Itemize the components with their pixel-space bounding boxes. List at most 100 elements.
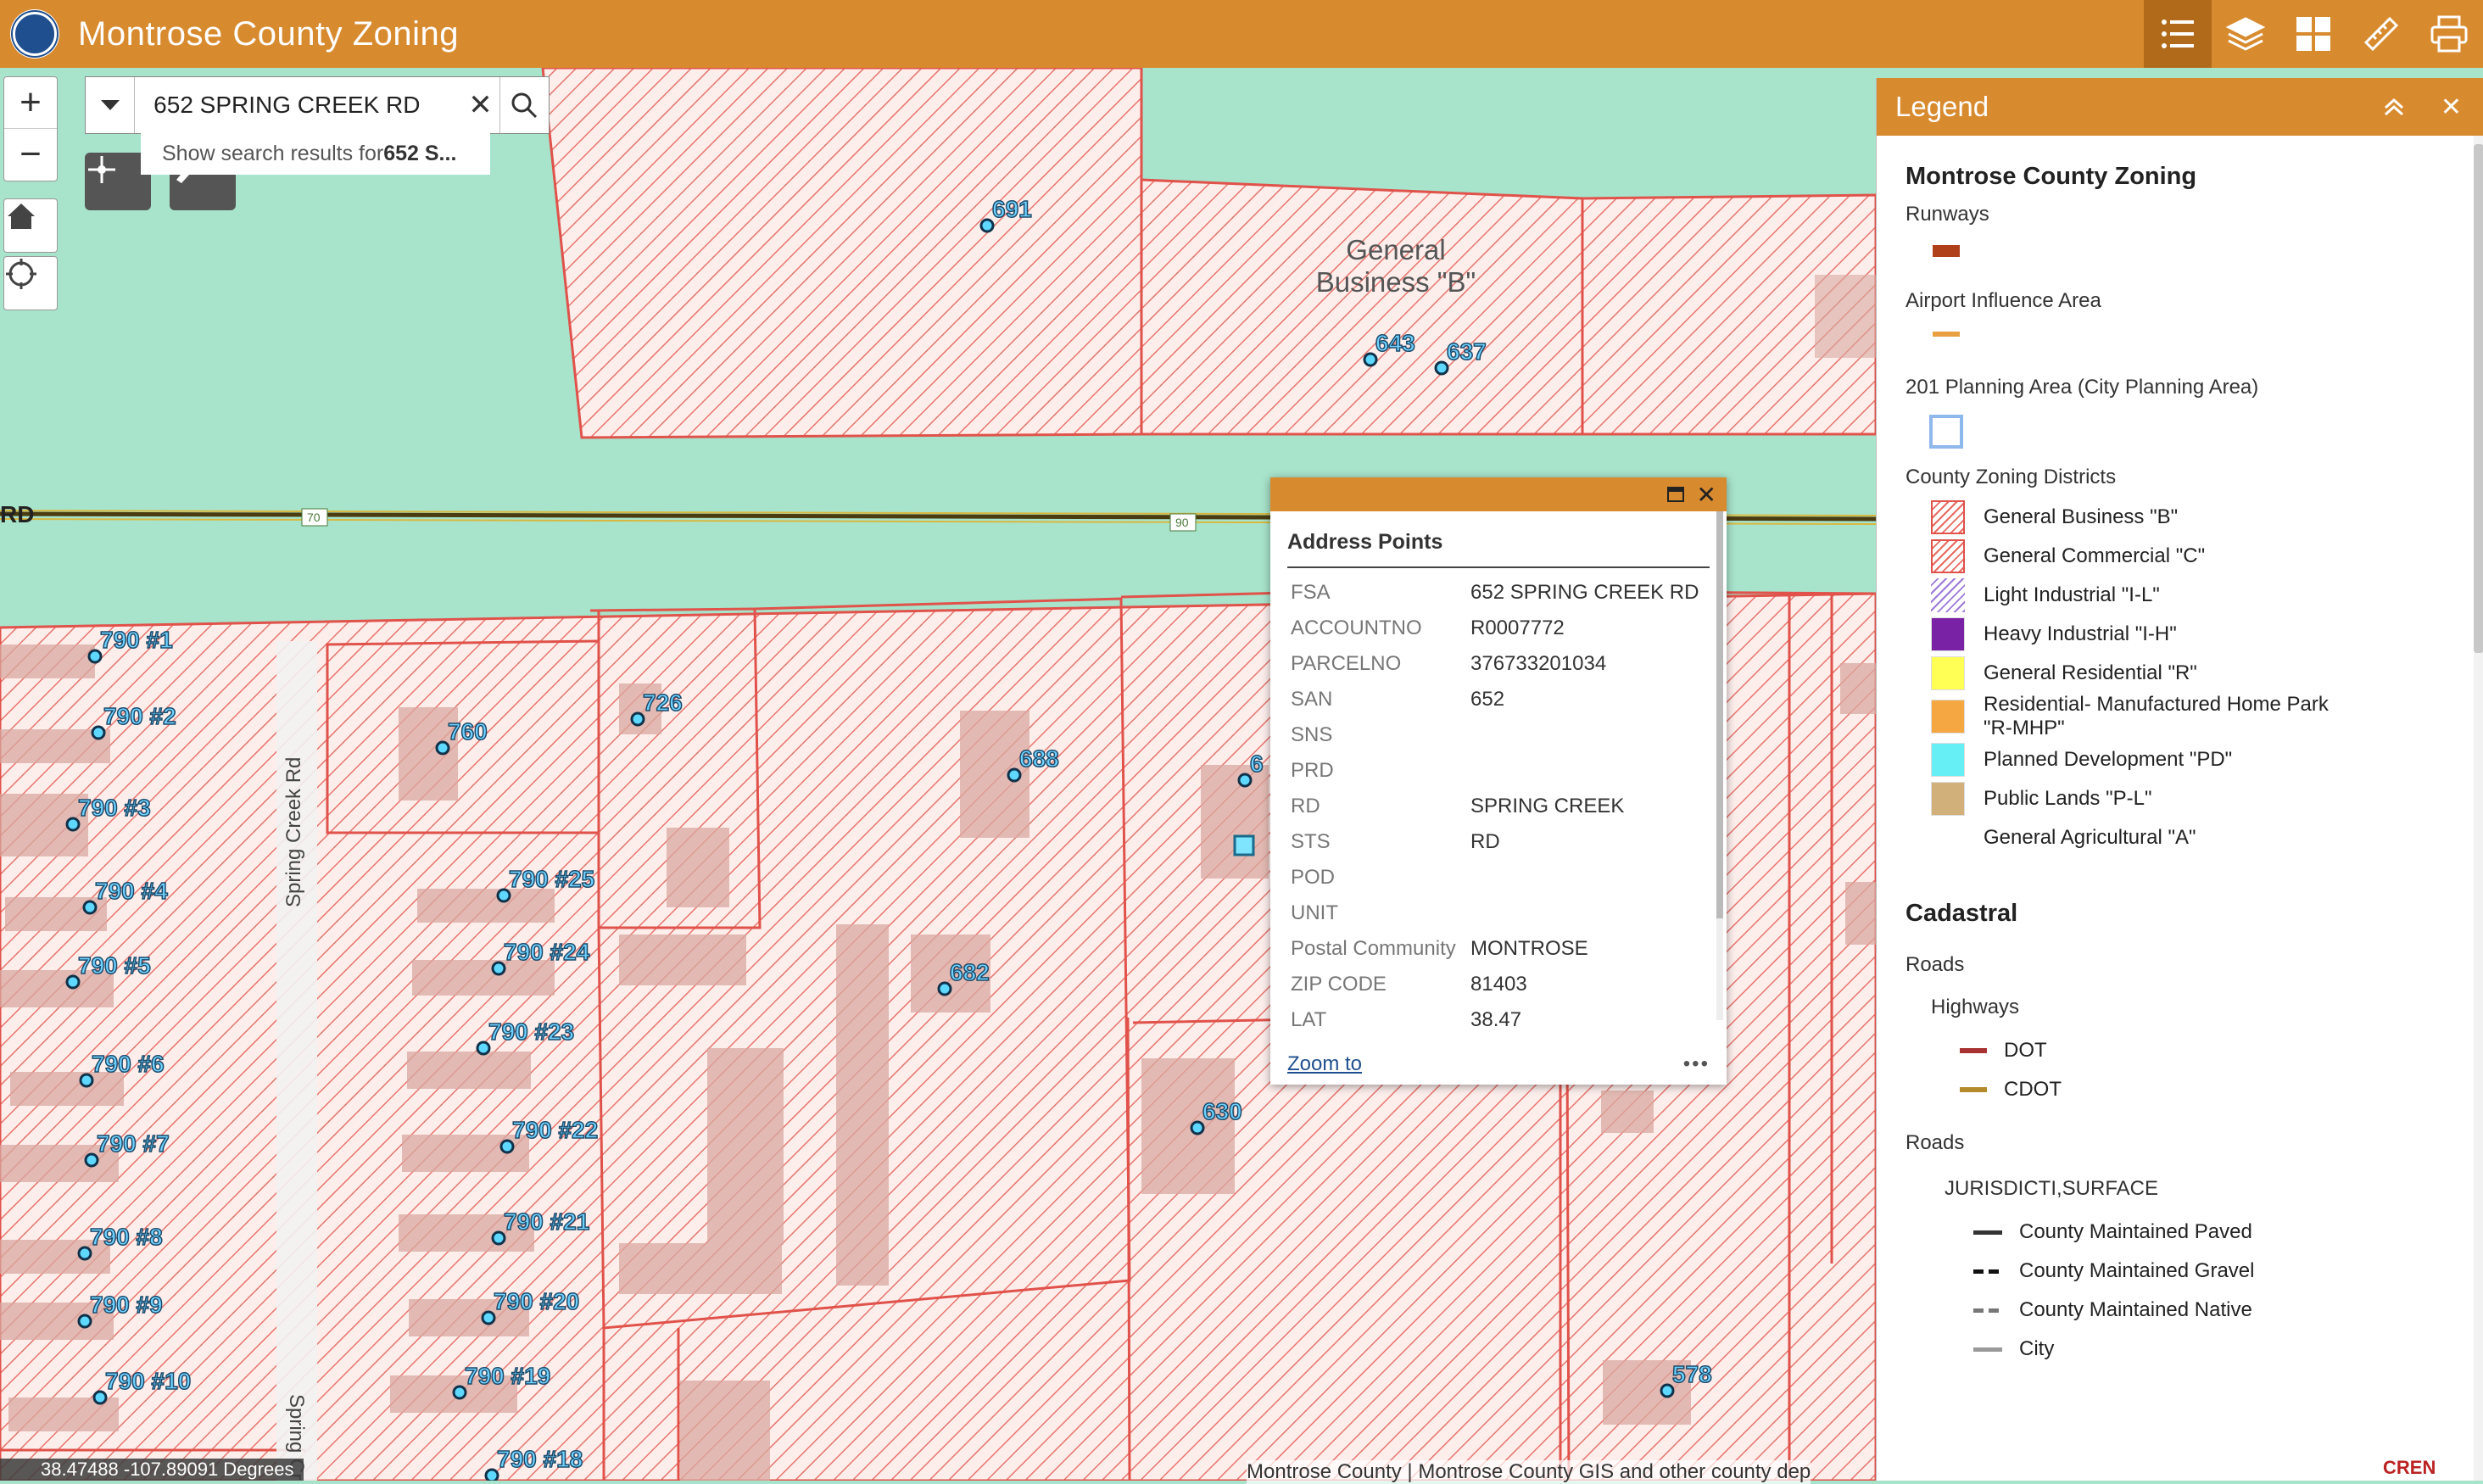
address-point-label: 760 xyxy=(448,718,488,745)
address-point-marker[interactable] xyxy=(65,974,81,990)
popup-field-row: SNS xyxy=(1270,717,1727,753)
search-source-dropdown[interactable] xyxy=(86,77,136,133)
address-point-marker[interactable] xyxy=(496,888,511,903)
legend-airport-label: Airport Influence Area xyxy=(1905,289,2101,312)
field-value: 81403 xyxy=(1470,973,1527,996)
address-point-label: 688 xyxy=(1019,745,1059,772)
locate-button[interactable] xyxy=(3,256,58,310)
address-point-marker[interactable] xyxy=(82,900,98,915)
zoom-in-button[interactable]: + xyxy=(4,77,57,128)
legend-highway-item: DOT xyxy=(1931,1031,2483,1070)
address-point-marker[interactable] xyxy=(65,817,81,832)
legend-district-item: Heavy Industrial "I-H" xyxy=(1905,615,2483,654)
address-point-marker[interactable] xyxy=(1434,360,1449,376)
address-point-marker[interactable] xyxy=(1237,773,1253,788)
popup-title: Address Points xyxy=(1287,530,1710,568)
search-input[interactable] xyxy=(135,79,462,131)
address-point-marker[interactable] xyxy=(87,649,103,664)
legend-panel: Legend ✕ Montrose County Zoning Runways … xyxy=(1876,78,2483,1481)
district-label: Residential- Manufactured Home Park "R-M… xyxy=(1984,693,2329,739)
search-button[interactable] xyxy=(499,77,549,133)
address-point-label: 790 #8 xyxy=(90,1224,163,1250)
address-point-label: 790 #1 xyxy=(100,627,173,653)
popup-attribute-list: FSA 652 SPRING CREEK RD ACCOUNTNO R0007772 P… xyxy=(1270,575,1727,1038)
address-point-marker[interactable] xyxy=(484,1468,499,1481)
zoom-control: + − xyxy=(3,76,58,181)
legend-district-item: General Business "B" xyxy=(1905,498,2483,537)
street-label-spring-creek-rd: Spring Creek Rd xyxy=(282,757,305,907)
address-point-marker[interactable] xyxy=(499,1139,515,1154)
road-label: RD xyxy=(0,501,34,527)
address-point-marker[interactable] xyxy=(79,1073,94,1088)
address-point-marker[interactable] xyxy=(476,1040,491,1056)
address-point-marker[interactable] xyxy=(1363,352,1378,367)
address-point-marker[interactable] xyxy=(1007,767,1022,783)
home-button[interactable] xyxy=(3,198,58,253)
maximize-icon[interactable] xyxy=(1666,486,1685,503)
popup-field-row: PRD xyxy=(1270,753,1727,789)
collapse-panel-icon[interactable] xyxy=(2381,94,2407,120)
legend-district-item: Public Lands "P-L" xyxy=(1905,779,2483,818)
highway-line-swatch xyxy=(1960,1087,1987,1092)
route-shield-70: 70 xyxy=(307,510,321,524)
legend-road-item: County Maintained Native xyxy=(1945,1291,2483,1330)
search-suggestion[interactable]: Show search results for 652 S... xyxy=(141,132,490,175)
legend-highway-item: CDOT xyxy=(1931,1070,2483,1109)
legend-header: Legend ✕ xyxy=(1877,78,2483,136)
legend-title: Legend xyxy=(1895,91,1989,122)
address-point-label: 790 #10 xyxy=(105,1368,191,1394)
address-point-label: 630 xyxy=(1202,1098,1242,1124)
address-point-marker[interactable] xyxy=(84,1152,99,1168)
legend-road-item: County Maintained Gravel xyxy=(1945,1252,2483,1291)
field-value: 652 SPRING CREEK RD xyxy=(1470,581,1699,604)
address-point-marker[interactable] xyxy=(91,725,106,740)
address-point-marker[interactable] xyxy=(491,961,506,976)
zoom-to-link[interactable]: Zoom to xyxy=(1287,1052,1362,1076)
address-point-marker[interactable] xyxy=(937,981,952,996)
address-point-marker[interactable] xyxy=(77,1246,92,1261)
address-point-marker[interactable] xyxy=(491,1230,506,1246)
district-swatch xyxy=(1931,821,1965,855)
legend-list-icon[interactable] xyxy=(2144,0,2212,68)
highway-label: DOT xyxy=(2004,1039,2047,1062)
address-point-marker[interactable] xyxy=(77,1314,92,1329)
address-point-marker[interactable] xyxy=(92,1390,108,1405)
address-point-marker[interactable] xyxy=(979,218,995,233)
close-popup-icon[interactable]: ✕ xyxy=(1697,481,1716,509)
district-swatch xyxy=(1931,539,1965,573)
search-icon xyxy=(511,92,538,119)
legend-jurisdiction-label: JURISDICTI,SURFACE xyxy=(1945,1177,2159,1200)
address-point-marker[interactable] xyxy=(452,1385,467,1400)
legend-runways-label: Runways xyxy=(1905,203,1989,226)
popup-field-row: SAN 652 xyxy=(1270,682,1727,717)
district-label: General Business "B" xyxy=(1984,505,2179,528)
more-actions-icon[interactable]: ••• xyxy=(1683,1052,1710,1076)
address-point-label: 790 #19 xyxy=(465,1363,550,1389)
zoom-out-button[interactable]: − xyxy=(4,128,57,180)
airport-swatch xyxy=(1933,332,1960,337)
address-point-label: 790 #21 xyxy=(504,1208,589,1235)
legend-district-item: General Commercial "C" xyxy=(1905,537,2483,576)
address-point-label: 790 #5 xyxy=(78,952,151,979)
field-value: 38.47 xyxy=(1470,1008,1522,1031)
address-point-marker[interactable] xyxy=(1190,1120,1205,1135)
address-point-marker[interactable] xyxy=(1660,1383,1675,1398)
popup-field-row: PARCELNO 376733201034 xyxy=(1270,646,1727,682)
basemap-gallery-icon[interactable] xyxy=(2279,0,2347,68)
address-point-marker[interactable] xyxy=(435,740,450,756)
address-point-marker[interactable] xyxy=(481,1310,496,1325)
print-icon[interactable] xyxy=(2415,0,2483,68)
legend-highways-label: Highways xyxy=(1931,996,2020,1018)
highway-label: CDOT xyxy=(2004,1078,2062,1101)
clear-search-icon[interactable]: ✕ xyxy=(461,88,499,122)
popup-scrollbar[interactable] xyxy=(1716,511,1723,1020)
legend-planning-label: 201 Planning Area (City Planning Area) xyxy=(1905,376,2259,399)
address-point-marker[interactable] xyxy=(630,711,645,727)
close-legend-icon[interactable]: ✕ xyxy=(2441,92,2462,122)
layers-icon[interactable] xyxy=(2212,0,2279,68)
road-line-swatch xyxy=(1973,1230,2002,1235)
popup-field-row: POD xyxy=(1270,860,1727,895)
measure-ruler-icon[interactable] xyxy=(2347,0,2415,68)
address-point-label: 790 #3 xyxy=(78,795,151,821)
legend-scrollbar[interactable] xyxy=(2474,136,2483,1481)
